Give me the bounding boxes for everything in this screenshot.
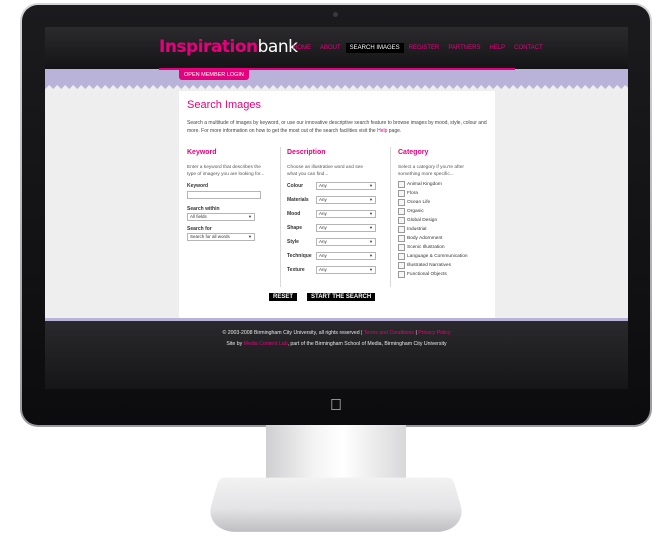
checkbox-icon[interactable] (398, 271, 405, 278)
keyword-description: Enter a keyword that describes the type … (187, 165, 265, 177)
keyword-heading: Keyword (187, 149, 217, 156)
category-checkbox[interactable]: Illustrated Narratives (398, 262, 451, 269)
column-divider (390, 147, 391, 287)
nav-register[interactable]: REGISTER (405, 43, 444, 53)
site-footer: © 2003-2008 Birmingham City University, … (45, 318, 628, 389)
technique-label: Technique (287, 253, 312, 259)
texture-select[interactable]: Any ▼ (316, 266, 376, 274)
shape-label: Shape (287, 225, 303, 231)
category-checkbox[interactable]: Ocean Life (398, 199, 430, 206)
column-divider (280, 147, 281, 287)
chevron-down-icon: ▼ (369, 239, 373, 244)
nav-about[interactable]: ABOUT (316, 43, 345, 53)
footer-divider (45, 318, 628, 321)
site-header: Inspirationbank HOME ABOUT SEARCH IMAGES… (45, 27, 628, 69)
nav-partners[interactable]: PARTNERS (444, 43, 484, 53)
category-checkbox[interactable]: Industrial (398, 226, 426, 233)
nav-home[interactable]: HOME (289, 43, 315, 53)
chevron-down-icon: ▼ (369, 253, 373, 258)
colour-label: Colour (287, 183, 304, 189)
intro-text: Search a multitude of images by keyword,… (187, 120, 487, 134)
checkbox-icon[interactable] (398, 181, 405, 188)
footer-copyright: © 2003-2008 Birmingham City University, … (222, 330, 451, 336)
style-select[interactable]: Any ▼ (316, 238, 376, 246)
reset-button[interactable]: RESET (269, 293, 298, 301)
category-checkbox[interactable]: Language & Communication (398, 253, 468, 260)
mood-label: Mood (287, 211, 301, 217)
keyword-input[interactable] (187, 191, 261, 199)
chevron-down-icon: ▼ (369, 267, 373, 272)
checkbox-icon[interactable] (398, 253, 405, 260)
chevron-down-icon: ▼ (369, 197, 373, 202)
member-login-button[interactable]: OPEN MEMBER LOGIN (179, 70, 249, 80)
keyword-label: Keyword (187, 183, 209, 189)
apple-logo-icon:  (328, 397, 344, 415)
category-checkbox[interactable]: Functional Objects (398, 271, 447, 278)
search-for-select[interactable]: Search for all words ▼ (187, 233, 255, 241)
chevron-down-icon: ▼ (369, 211, 373, 216)
monitor-stand-base (203, 477, 469, 532)
style-label: Style (287, 239, 299, 245)
nav-contact[interactable]: CONTACT (510, 43, 547, 53)
terms-link[interactable]: Terms and Conditions (364, 330, 414, 336)
colour-select[interactable]: Any ▼ (316, 182, 376, 190)
description-heading: Description (287, 149, 326, 156)
nav-help[interactable]: HELP (485, 43, 509, 53)
chevron-down-icon: ▼ (248, 214, 252, 219)
search-within-label: Search within (187, 206, 220, 212)
footer-credit: Site by Media Content Lab, part of the B… (226, 341, 447, 347)
category-checkbox[interactable]: Scenic Illustration (398, 244, 445, 251)
category-description: Select a category if you're after someth… (398, 165, 464, 177)
category-checkbox[interactable]: Organic (398, 208, 424, 215)
chevron-down-icon: ▼ (369, 183, 373, 188)
mood-select[interactable]: Any ▼ (316, 210, 376, 218)
chevron-down-icon: ▼ (248, 234, 252, 239)
help-link[interactable]: Help (377, 128, 387, 134)
search-panel: Search Images Search a multitude of imag… (179, 91, 495, 320)
camera-icon (333, 12, 338, 17)
shape-select[interactable]: Any ▼ (316, 224, 376, 232)
checkbox-icon[interactable] (398, 190, 405, 197)
search-for-label: Search for (187, 226, 212, 232)
checkbox-icon[interactable] (398, 208, 405, 215)
checkbox-icon[interactable] (398, 262, 405, 269)
category-checkbox[interactable]: Flora (398, 190, 418, 197)
nav-search-images[interactable]: SEARCH IMAGES (345, 43, 404, 53)
checkbox-icon[interactable] (398, 199, 405, 206)
category-checkbox[interactable]: Body Adornment (398, 235, 442, 242)
chevron-down-icon: ▼ (369, 225, 373, 230)
category-checkbox[interactable]: Global Design (398, 217, 437, 224)
browser-screen: Inspirationbank HOME ABOUT SEARCH IMAGES… (45, 27, 628, 389)
checkbox-icon[interactable] (398, 217, 405, 224)
start-search-button[interactable]: START THE SEARCH (307, 293, 376, 301)
page-title: Search Images (187, 99, 261, 111)
search-within-select[interactable]: All fields ▼ (187, 213, 255, 221)
category-checkbox[interactable]: Animal Kingdom (398, 181, 442, 188)
description-text: Choose an illustrative word and see what… (287, 165, 363, 177)
checkbox-icon[interactable] (398, 244, 405, 251)
checkbox-icon[interactable] (398, 226, 405, 233)
technique-select[interactable]: Any ▼ (316, 252, 376, 260)
category-heading: Category (398, 149, 429, 156)
site-logo[interactable]: Inspirationbank (159, 37, 298, 57)
texture-label: Texture (287, 267, 305, 273)
materials-select[interactable]: Any ▼ (316, 196, 376, 204)
privacy-link[interactable]: Privacy Policy (418, 330, 450, 336)
media-content-lab-link[interactable]: Media Content Lab (244, 341, 288, 347)
main-nav: HOME ABOUT SEARCH IMAGES REGISTER PARTNE… (289, 43, 547, 53)
checkbox-icon[interactable] (398, 235, 405, 242)
materials-label: Materials (287, 197, 309, 203)
